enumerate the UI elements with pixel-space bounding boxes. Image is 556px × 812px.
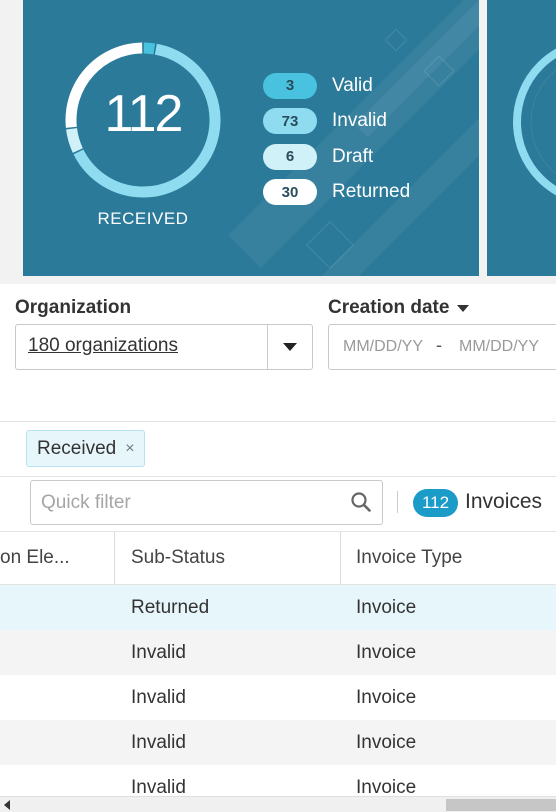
invoice-count-label: Invoices xyxy=(465,490,543,513)
quick-filter-field[interactable] xyxy=(30,480,383,525)
cell-invoice-type: Invoice xyxy=(356,686,417,708)
cell-sub-status: Invalid xyxy=(131,731,186,753)
date-from-input[interactable]: MM/DD/YY xyxy=(343,338,423,356)
filter-divider xyxy=(0,421,556,422)
received-caption: RECEIVED xyxy=(97,209,189,228)
cell-invoice-type: Invoice xyxy=(356,731,417,753)
organization-select-value[interactable]: 180 organizations xyxy=(28,335,178,357)
donut-segment-valid xyxy=(143,42,156,55)
received-total: 112 xyxy=(104,85,184,143)
column-header-sub-status[interactable]: Sub-Status xyxy=(131,532,225,584)
caret-down-icon xyxy=(457,304,470,312)
creation-date-range: MM/DD/YY - MM/DD/YY xyxy=(328,324,556,370)
legend-count-badge: 6 xyxy=(263,143,317,170)
grid-header: on Ele... Sub-Status Invoice Type xyxy=(0,531,556,585)
organization-dropdown-button[interactable] xyxy=(268,325,312,369)
date-range-separator: - xyxy=(436,335,442,355)
organization-filter-label: Organization xyxy=(15,297,132,318)
column-header-organization-element[interactable]: on Ele... xyxy=(0,532,114,584)
cell-invoice-type: Invoice xyxy=(356,596,417,618)
received-summary-card[interactable]: 112 RECEIVED 3 Valid 73 Invalid 6 Draft … xyxy=(23,0,479,276)
chip-divider xyxy=(0,476,556,477)
search-icon[interactable] xyxy=(350,491,372,513)
horizontal-scrollbar[interactable] xyxy=(0,796,556,812)
date-to-input[interactable]: MM/DD/YY xyxy=(459,338,539,356)
table-row[interactable]: Invalid Invoice xyxy=(0,630,556,675)
legend-label: Invalid xyxy=(332,110,387,132)
scroll-left-arrow-icon[interactable] xyxy=(4,800,10,810)
chip-label: Received xyxy=(37,437,117,459)
legend-item-draft[interactable]: 6 Draft xyxy=(263,139,410,175)
scrollbar-thumb[interactable] xyxy=(446,799,556,811)
cell-invoice-type: Invoice xyxy=(356,641,417,663)
legend-count-badge: 73 xyxy=(263,108,317,135)
legend-label: Draft xyxy=(332,145,374,167)
legend-item-returned[interactable]: 30 Returned xyxy=(263,175,410,211)
organization-select[interactable]: 180 organizations xyxy=(15,324,313,370)
column-resize-handle[interactable] xyxy=(340,532,341,584)
next-card-donut-arc xyxy=(513,48,556,196)
legend-item-valid[interactable]: 3 Valid xyxy=(263,68,410,104)
caret-down-icon xyxy=(283,343,297,351)
invoice-count-badge: 112 xyxy=(413,489,458,517)
table-row[interactable]: Invalid Invoice xyxy=(0,720,556,765)
legend-count-badge: 30 xyxy=(263,179,317,206)
toolbar-divider xyxy=(397,491,398,513)
card-decoration xyxy=(384,28,408,52)
next-summary-card[interactable] xyxy=(487,0,556,276)
quick-filter-input[interactable] xyxy=(41,490,341,516)
table-row[interactable]: Invalid Invoice xyxy=(0,675,556,720)
close-icon[interactable]: × xyxy=(125,440,134,458)
creation-date-filter-label[interactable]: Creation date xyxy=(328,297,470,319)
creation-date-label-text: Creation date xyxy=(328,297,450,318)
column-header-invoice-type[interactable]: Invoice Type xyxy=(356,532,462,584)
active-filter-chip-received[interactable]: Received × xyxy=(26,430,145,467)
table-row[interactable]: Returned Invoice xyxy=(0,585,556,630)
legend-item-invalid[interactable]: 73 Invalid xyxy=(263,104,410,140)
legend-count-badge: 3 xyxy=(263,72,317,99)
legend-label: Valid xyxy=(332,74,373,96)
status-legend: 3 Valid 73 Invalid 6 Draft 30 Returned xyxy=(263,68,410,210)
legend-label: Returned xyxy=(332,181,411,203)
column-resize-handle[interactable] xyxy=(114,532,115,584)
cell-sub-status: Returned xyxy=(131,596,210,618)
cell-sub-status: Invalid xyxy=(131,641,186,663)
summary-area: 112 RECEIVED 3 Valid 73 Invalid 6 Draft … xyxy=(0,0,556,284)
cell-sub-status: Invalid xyxy=(131,686,186,708)
